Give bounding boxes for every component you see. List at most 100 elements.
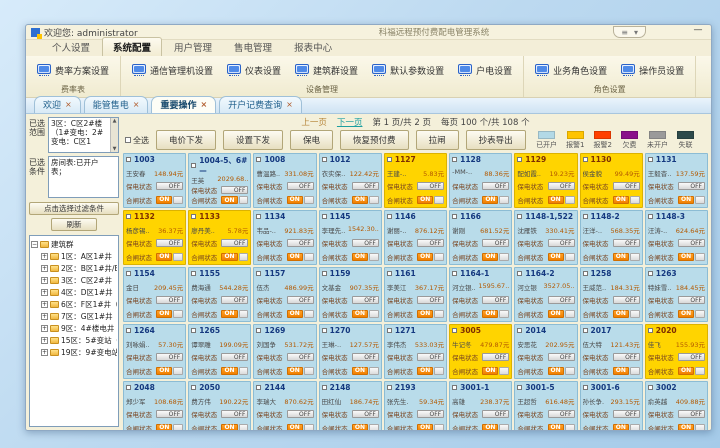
gate-status-toggle[interactable]: ON (482, 196, 509, 204)
card-checkbox[interactable] (648, 271, 653, 276)
power-protect-toggle[interactable]: OFF (156, 296, 183, 304)
power-protect-toggle[interactable]: OFF (417, 239, 444, 247)
card-checkbox[interactable] (452, 385, 457, 390)
card-checkbox[interactable] (517, 385, 522, 390)
gate-status-toggle[interactable]: ON (678, 196, 705, 204)
expand-icon[interactable]: + (41, 325, 48, 332)
doc-tab-2[interactable]: 能管售电× (84, 96, 149, 113)
gate-status-toggle[interactable]: ON (482, 253, 509, 261)
gate-status-toggle[interactable]: ON (287, 253, 314, 261)
gate-status-toggle[interactable]: ON (156, 253, 183, 261)
ribbon-button[interactable]: 业务角色设置 (528, 62, 614, 79)
card-checkbox[interactable] (452, 271, 457, 276)
card-checkbox[interactable] (648, 157, 653, 162)
card-checkbox[interactable] (322, 271, 327, 276)
gate-status-toggle[interactable]: ON (352, 367, 379, 375)
gate-status-toggle[interactable]: ON (548, 310, 575, 318)
power-protect-toggle[interactable]: OFF (678, 353, 705, 361)
power-protect-toggle[interactable]: OFF (287, 182, 314, 190)
tree-item-9[interactable]: +19区：9#变电站（2# (31, 346, 117, 358)
tree-item-3[interactable]: +3区：C区2#井（1#变 (31, 274, 117, 286)
card-checkbox[interactable] (322, 328, 327, 333)
card-checkbox[interactable] (191, 328, 196, 333)
refresh-button[interactable]: 刷新 (51, 218, 97, 231)
close-icon[interactable]: × (133, 101, 140, 109)
gate-status-toggle[interactable]: ON (678, 253, 705, 261)
power-protect-toggle[interactable]: OFF (613, 182, 640, 190)
gate-status-toggle[interactable]: ON (417, 253, 444, 261)
menu-tab-5[interactable]: 报表中心 (284, 38, 342, 56)
selected-range-listbox[interactable]: ▲▼ 3区：C区2#楼（1#变电：2#变电：C区1 (48, 117, 119, 153)
tree-item-6[interactable]: +7区：G区1#井 (31, 310, 117, 322)
card-checkbox[interactable] (517, 271, 522, 276)
power-protect-toggle[interactable]: OFF (548, 353, 575, 361)
expand-icon[interactable]: + (41, 289, 48, 296)
power-protect-toggle[interactable]: OFF (548, 296, 575, 304)
expand-icon[interactable]: + (41, 277, 48, 284)
toolbar-button-1[interactable]: 电价下发 (156, 130, 216, 150)
gate-status-toggle[interactable]: ON (156, 310, 183, 318)
gate-status-toggle[interactable]: ON (287, 367, 314, 375)
gate-status-toggle[interactable]: ON (221, 310, 248, 318)
toolbar-button-6[interactable]: 抄表导出 (466, 130, 526, 150)
card-checkbox[interactable] (452, 328, 457, 333)
tree-item-4[interactable]: +4区：D区1#井（D区1 (31, 286, 117, 298)
power-protect-toggle[interactable]: OFF (287, 296, 314, 304)
card-checkbox[interactable] (517, 328, 522, 333)
toolbar-button-5[interactable]: 拉闸 (416, 130, 459, 150)
power-protect-toggle[interactable]: OFF (156, 239, 183, 247)
menu-tab-1[interactable]: 个人设置 (42, 38, 100, 56)
ribbon-button[interactable]: 通信管理机设置 (125, 62, 220, 79)
power-protect-toggle[interactable]: OFF (678, 410, 705, 418)
gate-status-toggle[interactable]: ON (221, 367, 248, 375)
power-protect-toggle[interactable]: OFF (613, 353, 640, 361)
card-checkbox[interactable] (256, 157, 261, 162)
gate-status-toggle[interactable]: ON (482, 424, 509, 430)
minimize-button[interactable]: — (693, 28, 703, 36)
gate-status-toggle[interactable]: ON (548, 424, 575, 430)
collapse-icon[interactable]: − (31, 241, 38, 248)
power-protect-toggle[interactable]: OFF (678, 239, 705, 247)
toolbar-button-3[interactable]: 保电 (290, 130, 333, 150)
card-checkbox[interactable] (256, 385, 261, 390)
range-scrollbar[interactable]: ▲▼ (110, 118, 118, 152)
card-checkbox[interactable] (387, 385, 392, 390)
close-icon[interactable]: × (65, 101, 72, 109)
close-icon[interactable]: × (286, 101, 293, 109)
select-all-checkbox[interactable] (125, 137, 131, 143)
gate-status-toggle[interactable]: ON (417, 424, 444, 430)
card-checkbox[interactable] (322, 385, 327, 390)
power-protect-toggle[interactable]: OFF (352, 239, 379, 247)
gate-status-toggle[interactable]: ON (613, 196, 640, 204)
menu-tab-2[interactable]: 系统配置 (102, 37, 162, 56)
power-protect-toggle[interactable]: OFF (417, 353, 444, 361)
ribbon-button[interactable]: 操作员设置 (614, 62, 691, 79)
card-checkbox[interactable] (387, 157, 392, 162)
gate-status-toggle[interactable]: ON (156, 196, 183, 204)
power-protect-toggle[interactable]: OFF (352, 182, 379, 190)
gate-status-toggle[interactable]: ON (613, 253, 640, 261)
toolbar-button-4[interactable]: 恢复预付费 (340, 130, 409, 150)
card-checkbox[interactable] (452, 157, 457, 162)
tree-item-1[interactable]: +1区：A区1#井 (31, 250, 117, 262)
gate-status-toggle[interactable]: ON (352, 310, 379, 318)
power-protect-toggle[interactable]: OFF (221, 239, 248, 247)
card-checkbox[interactable] (583, 385, 588, 390)
card-checkbox[interactable] (191, 214, 196, 219)
card-checkbox[interactable] (126, 385, 131, 390)
card-checkbox[interactable] (648, 328, 653, 333)
gate-status-toggle[interactable]: ON (156, 367, 183, 375)
power-protect-toggle[interactable]: OFF (482, 239, 509, 247)
gate-status-toggle[interactable]: ON (221, 253, 248, 261)
power-protect-toggle[interactable]: OFF (352, 410, 379, 418)
gate-status-toggle[interactable]: ON (417, 367, 444, 375)
card-checkbox[interactable] (517, 157, 522, 162)
close-icon[interactable]: × (200, 101, 207, 109)
tree-item-7[interactable]: +9区：4#楼电井（4#楼 (31, 322, 117, 334)
gate-status-toggle[interactable]: ON (678, 424, 705, 430)
power-protect-toggle[interactable]: OFF (678, 296, 705, 304)
power-protect-toggle[interactable]: OFF (221, 186, 248, 194)
tree-item-5[interactable]: +6区：F区1#井（F区1# (31, 298, 117, 310)
power-protect-toggle[interactable]: OFF (221, 410, 248, 418)
card-checkbox[interactable] (126, 271, 131, 276)
